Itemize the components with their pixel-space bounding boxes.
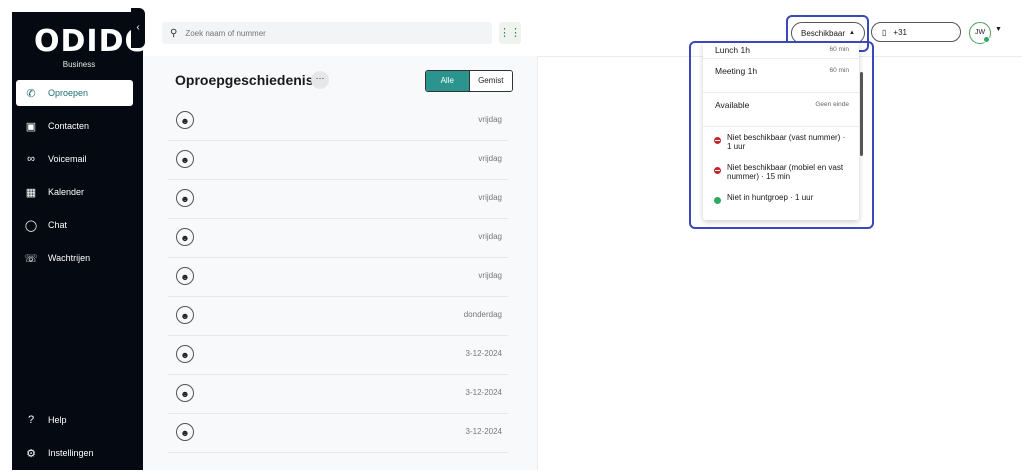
call-list: ☻ vrijdag ☻ vrijdag ☻ vrijdag ☻ vrijdag ☻ vri… xyxy=(168,102,508,453)
call-date: vrijdag xyxy=(478,232,502,241)
more-options-button[interactable]: ··· xyxy=(311,71,329,89)
table-row[interactable]: ☻ 3-12-2024 xyxy=(168,375,508,414)
call-history-panel: Oproepgeschiedenis ··· Alle Gemist ☻ vrij… xyxy=(143,56,538,470)
contact-card-icon: ▣ xyxy=(25,120,37,133)
person-icon: ☻ xyxy=(176,150,194,168)
sidebar-item-wachtrijen[interactable]: ☏ Wachtrijen xyxy=(16,245,133,271)
sidebar-item-label: Kalender xyxy=(48,187,85,197)
phone-number-value: +31 xyxy=(893,27,907,37)
logo-subtitle: Business xyxy=(62,60,96,69)
sidebar-bottom-nav: ? Help ⚙ Instellingen xyxy=(16,407,133,473)
table-row[interactable]: ☻ 3-12-2024 xyxy=(168,336,508,375)
sidebar-item-label: Oproepen xyxy=(48,88,89,98)
mobile-phone-icon: ▯ xyxy=(882,27,887,37)
chat-bubble-icon: ◯ xyxy=(24,219,38,232)
avatar-initials: JW xyxy=(974,29,986,36)
person-icon: ☻ xyxy=(176,111,194,129)
sidebar-item-chat[interactable]: ◯ Chat xyxy=(16,212,133,238)
calendar-icon: ▦ xyxy=(25,186,37,199)
sidebar-item-label: Chat xyxy=(48,220,68,230)
person-icon: ☻ xyxy=(176,189,194,207)
page-title: Oproepgeschiedenis xyxy=(175,72,314,88)
sidebar-item-label: Help xyxy=(48,415,67,425)
call-date: vrijdag xyxy=(478,271,502,280)
sidebar-item-kalender[interactable]: ▦ Kalender xyxy=(16,179,133,205)
search-input[interactable] xyxy=(183,27,478,39)
call-date: 3-12-2024 xyxy=(465,427,502,436)
filter-all-button[interactable]: Alle xyxy=(426,71,469,91)
table-row[interactable]: ☻ vrijdag xyxy=(168,180,508,219)
ellipsis-icon: ··· xyxy=(315,73,325,83)
person-icon: ☻ xyxy=(176,228,194,246)
outbound-number-field[interactable]: ▯ +31 xyxy=(871,22,961,42)
table-row[interactable]: ☻ donderdag xyxy=(168,297,508,336)
sidebar-item-label: Instellingen xyxy=(48,448,94,458)
call-date: 3-12-2024 xyxy=(465,388,502,397)
sidebar-item-label: Wachtrijen xyxy=(48,253,91,263)
chevron-down-icon[interactable]: ▼ xyxy=(995,26,1002,33)
person-icon: ☻ xyxy=(176,267,194,285)
voicemail-icon: ∞ xyxy=(27,153,35,165)
presence-dot xyxy=(983,36,990,43)
sidebar-item-contacten[interactable]: ▣ Contacten xyxy=(16,113,133,139)
filter-missed-button[interactable]: Gemist xyxy=(468,71,512,91)
table-row[interactable]: ☻ 3-12-2024 xyxy=(168,414,508,453)
table-row[interactable]: ☻ vrijdag xyxy=(168,258,508,297)
help-circle-icon: ? xyxy=(27,414,35,426)
brand-logo[interactable]: ODIDO Business xyxy=(34,24,151,76)
call-date: donderdag xyxy=(463,310,502,319)
dialpad-icon: ⋮⋮ xyxy=(499,27,521,39)
chevron-left-icon: ‹ xyxy=(136,22,140,33)
highlight-dropdown-box xyxy=(689,41,874,229)
sidebar-item-voicemail[interactable]: ∞ Voicemail xyxy=(16,146,133,172)
call-date: vrijdag xyxy=(478,115,502,124)
sidebar-item-label: Contacten xyxy=(48,121,90,131)
search-bar[interactable]: ⚲ xyxy=(162,22,492,44)
call-date: vrijdag xyxy=(478,193,502,202)
dialpad-button[interactable]: ⋮⋮ xyxy=(499,22,521,44)
call-date: vrijdag xyxy=(478,154,502,163)
call-date: 3-12-2024 xyxy=(465,349,502,358)
table-row[interactable]: ☻ vrijdag xyxy=(168,102,508,141)
table-row[interactable]: ☻ vrijdag xyxy=(168,219,508,258)
call-filter-toggle: Alle Gemist xyxy=(425,70,513,92)
logo-wordmark: ODIDO xyxy=(34,24,151,59)
phone-icon: ✆ xyxy=(26,87,36,100)
person-icon: ☻ xyxy=(176,423,194,441)
sidebar-nav: ✆ Oproepen ▣ Contacten ∞ Voicemail ▦ Kal… xyxy=(16,80,133,278)
table-row[interactable]: ☻ vrijdag xyxy=(168,141,508,180)
sidebar-collapse-button[interactable]: ‹ xyxy=(131,8,145,48)
person-icon: ☻ xyxy=(176,384,194,402)
sidebar-item-label: Voicemail xyxy=(48,154,87,164)
sidebar-item-instellingen[interactable]: ⚙ Instellingen xyxy=(16,440,133,466)
queue-phone-icon: ☏ xyxy=(24,252,38,265)
sidebar-item-help[interactable]: ? Help xyxy=(16,407,133,433)
sidebar-item-oproepen[interactable]: ✆ Oproepen xyxy=(16,80,133,106)
gear-icon: ⚙ xyxy=(26,447,36,460)
person-icon: ☻ xyxy=(176,306,194,324)
search-icon: ⚲ xyxy=(170,27,178,39)
sidebar: ODIDO Business ✆ Oproepen ▣ Contacten ∞ … xyxy=(12,12,151,473)
person-icon: ☻ xyxy=(176,345,194,363)
